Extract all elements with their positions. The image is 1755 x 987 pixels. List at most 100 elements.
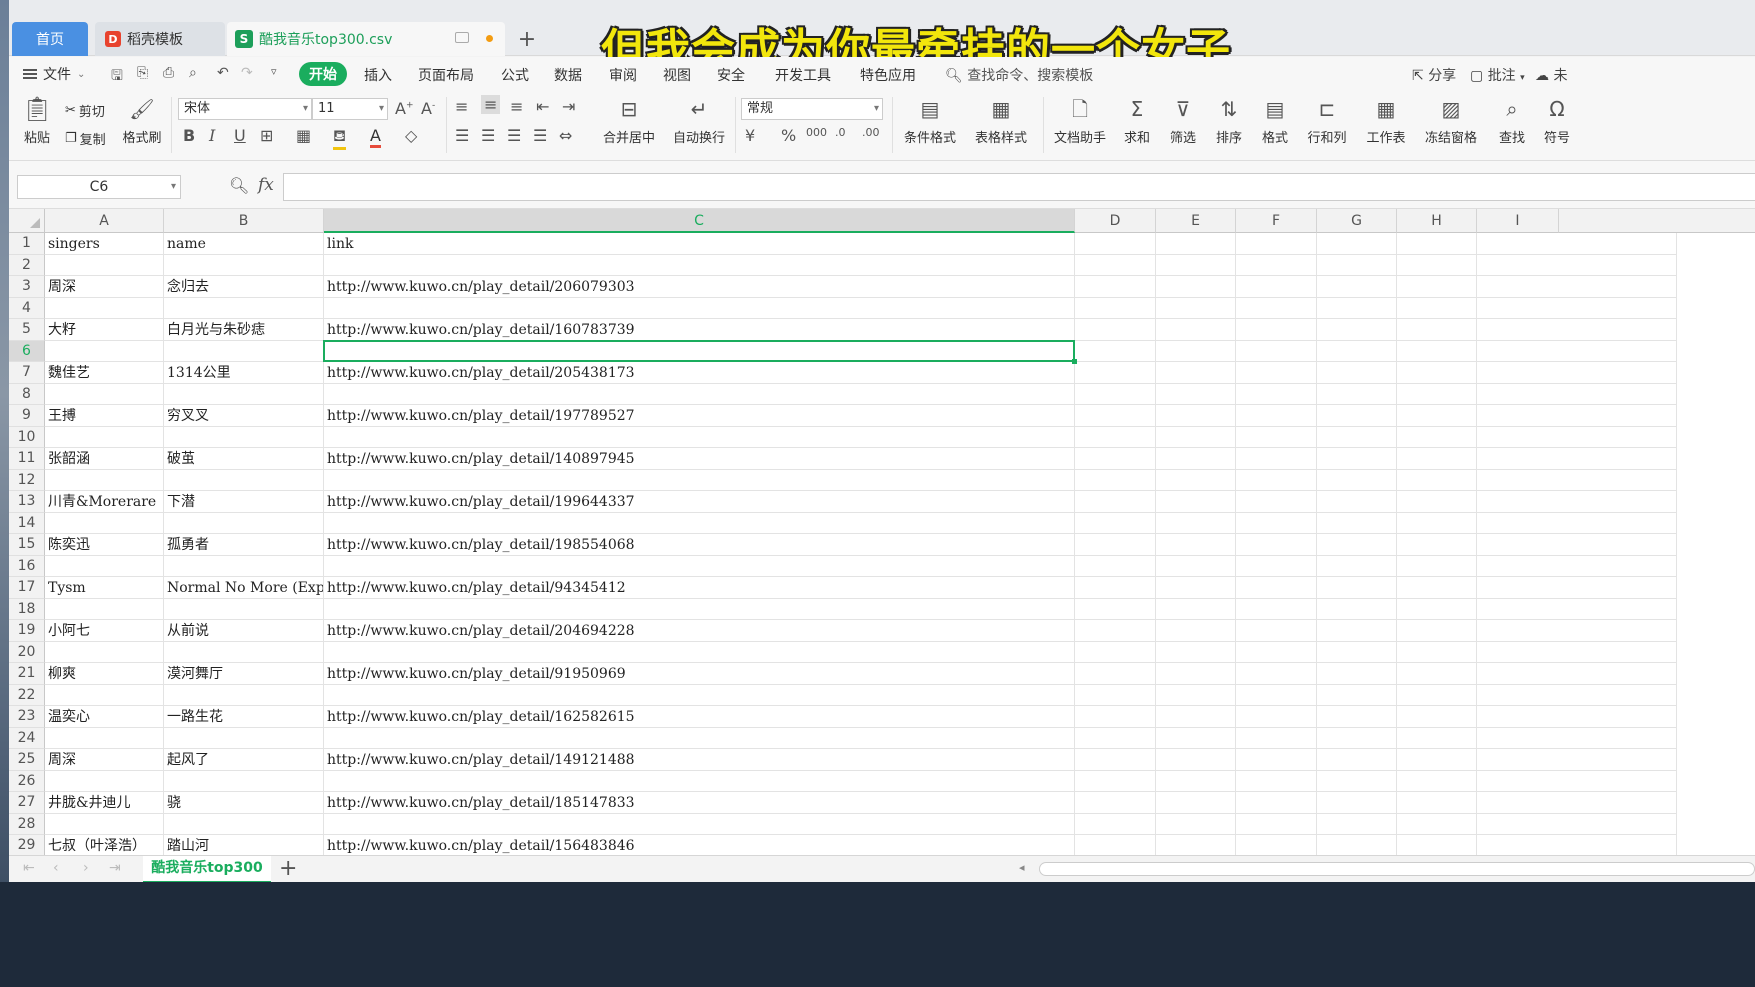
cell-g20[interactable] (1317, 641, 1397, 663)
cell-g29[interactable] (1317, 835, 1397, 855)
cell-f21[interactable] (1236, 663, 1317, 685)
cell-h29[interactable] (1397, 835, 1477, 855)
scroll-left-icon[interactable]: ◂ (1019, 861, 1025, 874)
cell-f24[interactable] (1236, 727, 1317, 749)
cell-b13[interactable]: 下潜 (164, 491, 324, 513)
cell-f19[interactable] (1236, 620, 1317, 642)
cell-a19[interactable]: 小阿七 (45, 620, 164, 642)
cell-i21[interactable] (1477, 663, 1677, 685)
row-header[interactable]: 25 (9, 749, 45, 771)
row-header[interactable]: 15 (9, 534, 45, 556)
row-header[interactable]: 10 (9, 426, 45, 448)
menu-security[interactable]: 安全 (717, 65, 745, 85)
cell-d19[interactable] (1075, 620, 1156, 642)
cell-e14[interactable] (1156, 512, 1236, 534)
cell-i27[interactable] (1477, 792, 1677, 814)
cell-i16[interactable] (1477, 555, 1677, 577)
cell-h10[interactable] (1397, 426, 1477, 448)
cell-c4[interactable] (324, 297, 1075, 319)
cell-f1[interactable] (1236, 233, 1317, 255)
cell-f25[interactable] (1236, 749, 1317, 771)
cell-g22[interactable] (1317, 684, 1397, 706)
cell-b18[interactable] (164, 598, 324, 620)
cell-g21[interactable] (1317, 663, 1397, 685)
cell-c5[interactable]: http://www.kuwo.cn/play_detail/160783739 (324, 319, 1075, 341)
cell-h28[interactable] (1397, 813, 1477, 835)
tab-templates[interactable]: D 稻壳模板 (95, 22, 225, 56)
sheet-tab-active[interactable]: 酷我音乐top300 (143, 856, 271, 882)
cell-d12[interactable] (1075, 469, 1156, 491)
cut-button[interactable]: ✂ 剪切 (65, 101, 105, 120)
column-header-g[interactable]: G (1317, 209, 1397, 233)
cell-c17[interactable]: http://www.kuwo.cn/play_detail/94345412 (324, 577, 1075, 599)
cell-a16[interactable] (45, 555, 164, 577)
cell-a9[interactable]: 王搏 (45, 405, 164, 427)
cell-a10[interactable] (45, 426, 164, 448)
row-header[interactable]: 7 (9, 362, 45, 384)
menu-page-layout[interactable]: 页面布局 (418, 65, 474, 85)
cell-f15[interactable] (1236, 534, 1317, 556)
cell-d14[interactable] (1075, 512, 1156, 534)
tab-home[interactable]: 首页 (12, 22, 88, 56)
format-button[interactable]: ▤ 格式 (1257, 97, 1293, 146)
cell-h7[interactable] (1397, 362, 1477, 384)
cell-c21[interactable]: http://www.kuwo.cn/play_detail/91950969 (324, 663, 1075, 685)
cell-d7[interactable] (1075, 362, 1156, 384)
cell-a27[interactable]: 井胧&井迪儿 (45, 792, 164, 814)
cell-c29[interactable]: http://www.kuwo.cn/play_detail/156483846 (324, 835, 1075, 855)
cell-f29[interactable] (1236, 835, 1317, 855)
cell-g6[interactable] (1317, 340, 1397, 362)
cell-i7[interactable] (1477, 362, 1677, 384)
cell-i15[interactable] (1477, 534, 1677, 556)
spreadsheet-grid[interactable]: A B C D E F G H I 1 singers name link 2 3 周深 念归去 http://w… (9, 209, 1755, 855)
cell-h2[interactable] (1397, 254, 1477, 276)
cell-a28[interactable] (45, 813, 164, 835)
row-header[interactable]: 28 (9, 813, 45, 835)
cell-b6[interactable] (164, 340, 324, 362)
cell-c8[interactable] (324, 383, 1075, 405)
cell-b1[interactable]: name (164, 233, 324, 255)
cell-h26[interactable] (1397, 770, 1477, 792)
column-header-b[interactable]: B (164, 209, 324, 233)
distribute-icon[interactable]: ⇔ (559, 126, 572, 145)
align-center-icon[interactable]: ☰ (481, 126, 495, 145)
cell-h5[interactable] (1397, 319, 1477, 341)
cell-i9[interactable] (1477, 405, 1677, 427)
cell-i24[interactable] (1477, 727, 1677, 749)
cell-a17[interactable]: Tysm (45, 577, 164, 599)
cell-b24[interactable] (164, 727, 324, 749)
cell-i28[interactable] (1477, 813, 1677, 835)
last-sheet-icon[interactable]: ⇥ (109, 860, 121, 876)
cell-f14[interactable] (1236, 512, 1317, 534)
cell-i2[interactable] (1477, 254, 1677, 276)
cell-a22[interactable] (45, 684, 164, 706)
border-icon[interactable]: ⊞ (260, 126, 273, 145)
cell-g25[interactable] (1317, 749, 1397, 771)
freeze-panes-button[interactable]: ▨ 冻结窗格 (1420, 97, 1482, 146)
cell-d1[interactable] (1075, 233, 1156, 255)
name-box[interactable]: C6 (17, 175, 181, 199)
row-header[interactable]: 1 (9, 233, 45, 255)
thousands-icon[interactable]: 000 (806, 126, 827, 139)
cell-d25[interactable] (1075, 749, 1156, 771)
cell-a13[interactable]: 川青&Morerare (45, 491, 164, 513)
new-tab-button[interactable]: + (514, 26, 540, 52)
undo-icon[interactable]: ↶ (217, 65, 229, 81)
cell-h25[interactable] (1397, 749, 1477, 771)
cell-a1[interactable]: singers (45, 233, 164, 255)
cell-h3[interactable] (1397, 276, 1477, 298)
menu-review[interactable]: 审阅 (609, 65, 637, 85)
cell-f12[interactable] (1236, 469, 1317, 491)
cell-a14[interactable] (45, 512, 164, 534)
cell-e26[interactable] (1156, 770, 1236, 792)
cell-i22[interactable] (1477, 684, 1677, 706)
cell-i20[interactable] (1477, 641, 1677, 663)
cell-d23[interactable] (1075, 706, 1156, 728)
cell-h13[interactable] (1397, 491, 1477, 513)
cell-i8[interactable] (1477, 383, 1677, 405)
cell-f26[interactable] (1236, 770, 1317, 792)
row-header[interactable]: 22 (9, 684, 45, 706)
cell-a7[interactable]: 魏佳艺 (45, 362, 164, 384)
cell-f11[interactable] (1236, 448, 1317, 470)
cell-e10[interactable] (1156, 426, 1236, 448)
